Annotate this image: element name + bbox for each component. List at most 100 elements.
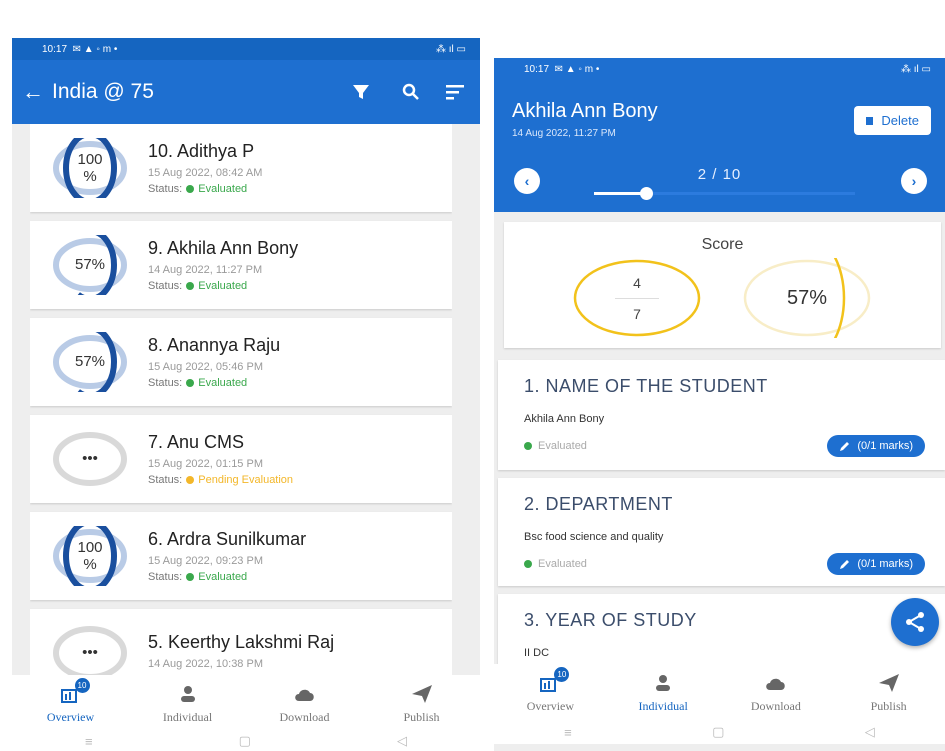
status-value: Evaluated — [538, 440, 587, 452]
bottom-navigation: 10 Overview Individual Download Publish — [494, 664, 945, 720]
delete-label: Delete — [881, 113, 919, 128]
submission-card[interactable]: 100 % 10. Adithya P 15 Aug 2022, 08:42 AM S… — [30, 124, 452, 212]
delete-button[interactable]: Delete — [854, 106, 931, 135]
nav-label: Download — [279, 709, 330, 724]
score-ring: ••• — [50, 429, 130, 489]
marks-label: (0/1 marks) — [857, 440, 913, 452]
back-icon[interactable]: ◁ — [865, 724, 875, 740]
status-bar: 10:17 ✉ ▲ ◦ m • ⁂ ıl ▭ — [12, 38, 480, 60]
submission-card[interactable]: 57% 8. Anannya Raju 15 Aug 2022, 05:46 PM S… — [30, 318, 452, 406]
share-icon — [906, 612, 924, 632]
status-bar: 10:17 ✉ ▲ ◦ m • ⁂ ıl ▭ — [494, 58, 945, 80]
edit-marks-button[interactable]: (0/1 marks) — [827, 553, 925, 575]
nav-download[interactable]: Download — [720, 671, 833, 714]
notification-badge: 10 — [74, 677, 90, 693]
check-icon — [524, 442, 532, 450]
student-name: 5. Keerthy Lakshmi Raj — [148, 632, 335, 652]
score-text: 100 % — [77, 538, 103, 573]
status-label: Status: — [148, 474, 183, 486]
recent-apps-icon[interactable]: ≡ — [564, 725, 572, 740]
notification-badge: 10 — [554, 666, 570, 682]
question-card: 2. DEPARTMENT Bsc food science and qualit… — [498, 478, 945, 586]
score-text: ••• — [82, 450, 98, 468]
submission-card[interactable]: ••• 7. Anu CMS 15 Aug 2022, 01:15 PM Status… — [30, 415, 452, 503]
question-title: 2. DEPARTMENT — [524, 494, 673, 514]
student-name: 6. Ardra Sunilkumar — [148, 529, 307, 549]
submission-date: 15 Aug 2022, 01:15 PM — [148, 458, 263, 470]
status-value: Evaluated — [198, 377, 248, 389]
chevron-right-icon[interactable]: › — [901, 168, 927, 194]
nav-label: Individual — [638, 698, 688, 713]
nav-label: Publish — [870, 698, 907, 713]
nav-download[interactable]: Download — [246, 682, 363, 725]
status-dot-icon — [186, 185, 195, 193]
question-answer: Bsc food science and quality — [524, 531, 664, 543]
overview-icon: 10 — [539, 666, 570, 695]
submission-info: 5. Keerthy Lakshmi Raj 14 Aug 2022, 10:38… — [148, 632, 334, 674]
status-time: 10:17 ✉ ▲ ◦ m • — [42, 43, 118, 55]
student-name: Akhila Ann Bony — [512, 100, 658, 122]
submission-card[interactable]: 100 % 6. Ardra Sunilkumar 15 Aug 2022, 09:… — [30, 512, 452, 600]
recent-apps-icon[interactable]: ≡ — [85, 734, 93, 749]
question-answer: Akhila Ann Bony — [524, 413, 605, 425]
nav-overview[interactable]: 10 Overview — [12, 677, 129, 725]
status-label: Status: — [148, 183, 183, 195]
score-percent-ring: 57% — [742, 258, 872, 338]
bottom-navigation: 10 Overview Individual Download Publish — [12, 675, 480, 731]
nav-individual[interactable]: Individual — [607, 671, 720, 714]
score-text: 57% — [74, 353, 106, 371]
status-icons: ⁂ ıl ▭ — [435, 43, 466, 55]
nav-overview[interactable]: 10 Overview — [494, 666, 607, 714]
submission-info: 10. Adithya P 15 Aug 2022, 08:42 AM Status… — [148, 141, 262, 195]
edit-marks-button[interactable]: (0/1 marks) — [827, 435, 925, 457]
submission-info: 9. Akhila Ann Bony 14 Aug 2022, 11:27 PM S… — [148, 238, 298, 292]
slider-fill — [594, 192, 647, 195]
individual-screen: 10:17 ✉ ▲ ◦ m • ⁂ ıl ▭ Akhila Ann Bony 1… — [494, 58, 945, 751]
arrow-left-icon[interactable]: ← — [22, 79, 44, 105]
fraction-divider — [615, 297, 659, 299]
score-text: 100 % — [77, 150, 103, 185]
trash-icon — [866, 116, 874, 125]
home-icon[interactable]: ▢ — [239, 733, 251, 749]
score-denominator: 7 — [633, 305, 641, 322]
submission-date: 14 Aug 2022, 11:27 PM — [512, 128, 616, 139]
filter-icon[interactable] — [346, 77, 376, 107]
question-card: 1. NAME OF THE STUDENT Akhila Ann Bony Eva… — [498, 360, 945, 470]
submission-card[interactable]: 57% 9. Akhila Ann Bony 14 Aug 2022, 11:27 … — [30, 221, 452, 309]
submissions-screen: 10:17 ✉ ▲ ◦ m • ⁂ ıl ▭ ← India @ 75 100 … — [12, 38, 480, 751]
status-value: Evaluated — [198, 183, 248, 195]
pencil-icon — [839, 558, 851, 570]
status-dot-icon — [186, 476, 195, 484]
score-ring: 57% — [50, 332, 130, 392]
status-dot-icon — [186, 573, 195, 581]
student-name: 10. Adithya P — [148, 141, 255, 161]
nav-individual[interactable]: Individual — [129, 682, 246, 725]
nav-publish[interactable]: Publish — [832, 671, 945, 714]
home-icon[interactable]: ▢ — [712, 724, 724, 740]
question-title: 1. NAME OF THE STUDENT — [524, 376, 768, 396]
submission-status: Status: Pending Evaluation — [148, 474, 293, 486]
share-button[interactable] — [891, 598, 939, 646]
submission-info: 7. Anu CMS 15 Aug 2022, 01:15 PM Status: Pe… — [148, 432, 293, 486]
page-indicator: 2 / 10 — [697, 166, 742, 183]
nav-publish[interactable]: Publish — [363, 682, 480, 725]
score-card: Score 4 7 57% — [504, 222, 941, 348]
sort-icon[interactable] — [440, 77, 470, 107]
search-icon[interactable] — [396, 77, 426, 107]
nav-label: Download — [750, 698, 801, 713]
system-navigation: ≡ ▢ ◁ — [12, 731, 480, 751]
status-value: Evaluated — [198, 280, 248, 292]
score-fraction: 4 7 — [572, 258, 702, 338]
score-text: ••• — [82, 644, 98, 662]
submission-date: 15 Aug 2022, 09:23 PM — [148, 555, 263, 567]
question-status-row: Evaluated (0/1 marks) — [524, 435, 925, 457]
nav-label: Individual — [162, 709, 213, 724]
submission-list[interactable]: 100 % 10. Adithya P 15 Aug 2022, 08:42 AM S… — [30, 124, 452, 679]
individual-header: 10:17 ✉ ▲ ◦ m • ⁂ ıl ▭ Akhila Ann Bony 1… — [494, 58, 945, 212]
submission-card[interactable]: ••• 5. Keerthy Lakshmi Raj 14 Aug 2022, 10… — [30, 609, 452, 679]
submission-slider[interactable] — [594, 187, 855, 200]
back-icon[interactable]: ◁ — [397, 733, 407, 749]
status-time: 10:17 ✉ ▲ ◦ m • — [524, 63, 600, 75]
slider-handle[interactable] — [640, 187, 654, 200]
nav-label: Overview — [46, 709, 95, 724]
